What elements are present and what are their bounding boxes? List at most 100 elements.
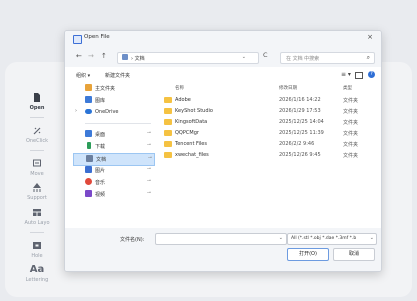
rail-autolayout-label: Auto Layo	[24, 220, 50, 226]
folder-icon	[164, 97, 172, 103]
cloud-icon	[85, 109, 92, 114]
layout-icon	[33, 209, 41, 216]
help-icon[interactable]: ?	[368, 71, 375, 78]
sidebar-item-videos[interactable]: 视频 ⊸	[73, 189, 153, 200]
view-options-button[interactable]: ≡ ▾	[341, 71, 351, 78]
dialog-titlebar: Open File ×	[65, 31, 381, 47]
breadcrumb: › 文档	[131, 55, 145, 62]
file-row[interactable]: xwechat_files 2025/12/26 9:45 文件夹	[158, 150, 378, 160]
pin-icon[interactable]: ⊸	[147, 130, 151, 136]
file-type-select[interactable]: All (*.stl *.obj *.dae *.3mf *.b ⌄	[287, 233, 377, 245]
rail-oneclick-label: OneClick	[25, 138, 49, 144]
rail-move-button[interactable]: Move	[18, 158, 56, 177]
file-name: Tencent Files	[175, 141, 207, 147]
column-date-header[interactable]: 修改日期	[279, 85, 297, 91]
pin-icon[interactable]: ⊸	[147, 178, 151, 184]
file-type: 文件夹	[343, 131, 359, 137]
refresh-button[interactable]: C	[263, 51, 268, 59]
chevron-right-icon[interactable]: ›	[75, 108, 77, 114]
pin-icon[interactable]: ⊸	[147, 190, 151, 196]
pin-icon[interactable]: ⊸	[147, 166, 151, 172]
rail-open-button[interactable]: Open	[18, 92, 56, 111]
rail-hole-button[interactable]: Hole	[18, 240, 56, 259]
back-button[interactable]: ←	[76, 52, 82, 60]
oneclick-icon	[33, 127, 41, 135]
rail-divider	[30, 232, 44, 233]
rail-autolayout-button[interactable]: Auto Layo	[18, 207, 56, 226]
file-name: xwechat_files	[175, 152, 209, 158]
sidebar-item-label: 下载	[95, 144, 106, 150]
breadcrumb-documents[interactable]: 文档	[135, 56, 145, 62]
file-date: 2026/2/2 9:46	[279, 141, 315, 147]
open-button[interactable]: 打开(O)	[287, 248, 329, 261]
column-type-header[interactable]: 类型	[343, 85, 352, 91]
address-bar[interactable]: › 文档 ⌄	[117, 52, 259, 64]
tool-rail: Open OneClick Move Support Auto Layo Hol…	[18, 84, 56, 296]
close-button[interactable]: ×	[367, 33, 373, 41]
file-row[interactable]: KeyShot Studio 2026/1/29 17:53 文件夹	[158, 106, 378, 116]
documents-icon	[86, 155, 93, 162]
sidebar-item-downloads[interactable]: 下载 ⊸	[73, 141, 153, 152]
sidebar-item-label: 主文件夹	[95, 86, 116, 92]
rail-divider	[30, 150, 44, 151]
file-name: QQPCMgr	[175, 130, 199, 136]
folder-icon	[164, 152, 172, 158]
column-name-header[interactable]: 名称	[175, 85, 184, 91]
search-input[interactable]: 在 文档 中搜索 ⌕	[280, 52, 375, 64]
rail-open-label: Open	[29, 105, 45, 111]
sidebar-item-label: 音乐	[95, 180, 106, 186]
open-file-dialog: Open File × ← → ↑ › 文档 ⌄ C 在 文档 中搜索 ⌕ 组织…	[64, 30, 382, 272]
file-list-header: 名称 修改日期 类型	[158, 83, 378, 92]
new-folder-button[interactable]: 新建文件夹	[105, 72, 130, 79]
dialog-title: Open File	[84, 34, 110, 40]
chevron-down-icon[interactable]: ⌄	[369, 235, 374, 241]
sidebar-item-onedrive[interactable]: › OneDrive	[73, 107, 153, 118]
file-name: KeyShot Studio	[175, 108, 213, 114]
sidebar-item-pictures[interactable]: 图片 ⊸	[73, 165, 153, 176]
sidebar-item-desktop[interactable]: 桌面 ⊸	[73, 129, 153, 140]
filename-input[interactable]: ⌄	[155, 233, 287, 245]
filename-label: 文件名(N):	[120, 237, 145, 243]
forward-button[interactable]: →	[88, 52, 94, 60]
desktop-icon	[85, 130, 92, 137]
rail-lettering-label: Lettering	[25, 277, 49, 283]
folder-icon	[164, 141, 172, 147]
sidebar-item-music[interactable]: 音乐 ⊸	[73, 177, 153, 188]
search-icon: ⌕	[366, 54, 370, 61]
rail-lettering-button[interactable]: Aa Lettering	[18, 264, 56, 283]
breadcrumb-separator: ›	[131, 56, 133, 62]
pin-icon[interactable]: ⊸	[148, 155, 152, 161]
dialog-footer: 文件名(N): ⌄ All (*.stl *.obj *.dae *.3mf *…	[65, 228, 381, 271]
sidebar-item-label: OneDrive	[95, 109, 119, 115]
sidebar-item-home[interactable]: 主文件夹	[73, 83, 153, 94]
sidebar-item-label: 桌面	[95, 132, 106, 138]
file-row[interactable]: KingsoftData 2025/12/25 14:04 文件夹	[158, 117, 378, 127]
organize-button[interactable]: 组织 ▾	[76, 72, 90, 79]
file-row[interactable]: Adobe 2026/1/16 14:22 文件夹	[158, 95, 378, 105]
up-button[interactable]: ↑	[101, 52, 107, 60]
lettering-icon: Aa	[29, 264, 45, 275]
sidebar-item-gallery[interactable]: 图库	[73, 95, 153, 106]
file-name: Adobe	[175, 97, 191, 103]
rail-oneclick-button[interactable]: OneClick	[18, 125, 56, 144]
cancel-button[interactable]: 取消	[333, 248, 375, 261]
sidebar-divider	[85, 123, 151, 124]
home-icon	[85, 84, 92, 91]
file-type: 文件夹	[343, 142, 359, 148]
file-type: 文件夹	[343, 98, 359, 104]
rail-support-button[interactable]: Support	[18, 182, 56, 201]
rail-divider	[30, 117, 44, 118]
folder-icon	[164, 130, 172, 136]
sidebar-item-label: 图片	[95, 168, 106, 174]
file-row[interactable]: Tencent Files 2026/2/2 9:46 文件夹	[158, 139, 378, 149]
chevron-down-icon[interactable]: ⌄	[279, 235, 283, 241]
file-date: 2025/12/25 11:39	[279, 130, 324, 136]
file-row[interactable]: QQPCMgr 2025/12/25 11:39 文件夹	[158, 128, 378, 138]
file-date: 2025/12/25 14:04	[279, 119, 324, 125]
rail-move-label: Move	[30, 171, 44, 177]
pin-icon[interactable]: ⊸	[147, 142, 151, 148]
videos-icon	[85, 190, 92, 197]
preview-pane-icon[interactable]	[355, 72, 363, 79]
gallery-icon	[85, 96, 92, 103]
address-dropdown-icon[interactable]: ⌄	[242, 54, 246, 60]
